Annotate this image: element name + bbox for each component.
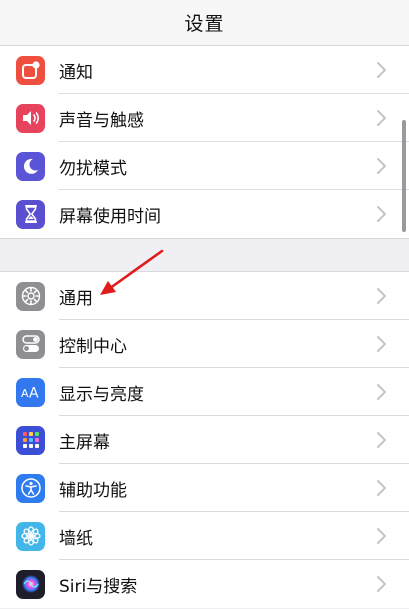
moon-icon: [16, 151, 45, 181]
settings-screen: 设置 通知 声音与触感 勿扰模式 屏幕使用时间 通用 控制中心 A A 显示与亮…: [0, 0, 409, 609]
toggles-icon: [16, 329, 45, 359]
settings-row-sounds[interactable]: 声音与触感: [0, 94, 409, 142]
settings-group-2: 通用 控制中心 A A 显示与亮度 主屏幕 辅助功能 墙纸 Siri与搜索: [0, 272, 409, 608]
chevron-right-icon: [377, 206, 386, 222]
svg-text:A: A: [29, 386, 39, 401]
settings-row-display-brightness[interactable]: A A 显示与亮度: [0, 368, 409, 416]
settings-row-label: 控制中心: [59, 336, 127, 357]
navigation-bar: 设置: [0, 0, 409, 46]
siri-icon: [16, 569, 45, 599]
page-title: 设置: [184, 13, 225, 35]
sound-icon: [16, 103, 45, 133]
svg-text:A: A: [21, 387, 29, 400]
settings-row-general[interactable]: 通用: [0, 272, 409, 320]
chevron-right-icon: [377, 62, 386, 78]
chevron-right-icon: [377, 384, 386, 400]
chevron-right-icon: [377, 480, 386, 496]
section-separator: [0, 238, 409, 272]
chevron-right-icon: [377, 528, 386, 544]
settings-row-label: Siri与搜索: [59, 576, 138, 597]
settings-row-label: 屏幕使用时间: [59, 206, 161, 227]
settings-row-label: 墙纸: [59, 528, 93, 549]
chevron-right-icon: [377, 336, 386, 352]
accessibility-icon: [16, 473, 45, 503]
chevron-right-icon: [377, 288, 386, 304]
chevron-right-icon: [377, 158, 386, 174]
settings-row-label: 通知: [59, 62, 93, 83]
scrollbar[interactable]: [402, 120, 406, 232]
settings-row-wallpaper[interactable]: 墙纸: [0, 512, 409, 560]
settings-row-label: 显示与亮度: [59, 384, 144, 405]
chevron-right-icon: [377, 110, 386, 126]
settings-row-control-center[interactable]: 控制中心: [0, 320, 409, 368]
wallpaper-flower-icon: [16, 521, 45, 551]
settings-row-label: 主屏幕: [59, 432, 110, 453]
home-grid-icon: [16, 425, 45, 455]
gear-icon: [16, 281, 45, 311]
settings-group-1: 通知 声音与触感 勿扰模式 屏幕使用时间: [0, 46, 409, 238]
chevron-right-icon: [377, 576, 386, 592]
settings-row-label: 通用: [59, 288, 93, 309]
settings-row-do-not-disturb[interactable]: 勿扰模式: [0, 142, 409, 190]
settings-row-screen-time[interactable]: 屏幕使用时间: [0, 190, 409, 238]
settings-row-label: 勿扰模式: [59, 158, 127, 179]
settings-row-home-screen[interactable]: 主屏幕: [0, 416, 409, 464]
hourglass-icon: [16, 199, 45, 229]
notifications-icon: [16, 55, 45, 85]
settings-row-notifications[interactable]: 通知: [0, 46, 409, 94]
settings-row-siri-search[interactable]: Siri与搜索: [0, 560, 409, 608]
settings-row-label: 声音与触感: [59, 110, 144, 131]
text-size-icon: A A: [16, 377, 45, 407]
settings-row-label: 辅助功能: [59, 480, 127, 501]
settings-row-accessibility[interactable]: 辅助功能: [0, 464, 409, 512]
chevron-right-icon: [377, 432, 386, 448]
